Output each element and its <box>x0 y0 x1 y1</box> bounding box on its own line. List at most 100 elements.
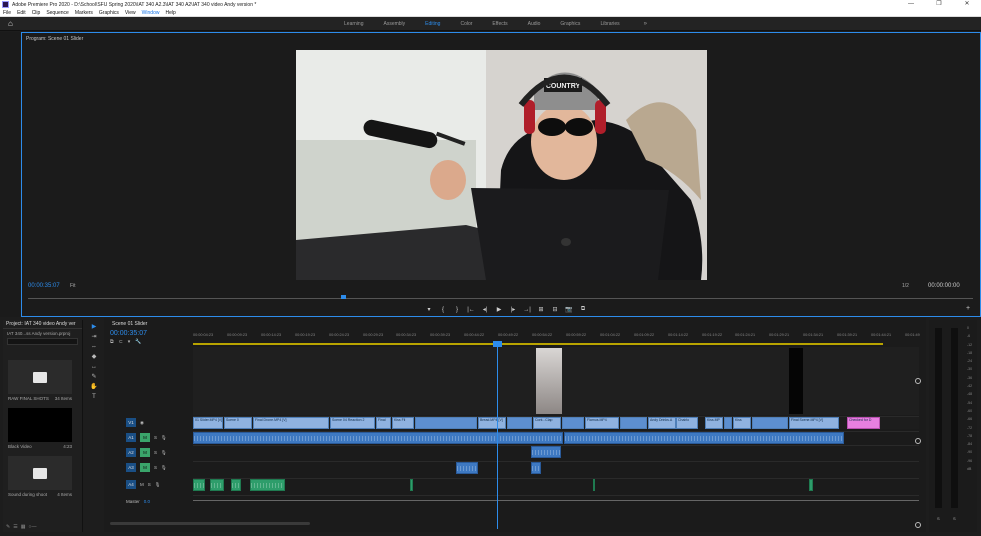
video-clip[interactable] <box>724 417 732 429</box>
step-back-button[interactable]: ◂| <box>478 306 492 313</box>
workspace-assembly[interactable]: Assembly <box>383 21 405 27</box>
scroll-knob[interactable] <box>915 378 921 384</box>
more-workspaces-icon[interactable]: » <box>644 21 647 27</box>
zoom-slider[interactable]: ○— <box>28 524 36 530</box>
mic-icon[interactable]: 🎙 <box>161 450 167 456</box>
mic-icon[interactable]: 🎙 <box>155 482 161 488</box>
audio-clip[interactable] <box>231 479 241 491</box>
scroll-knob[interactable] <box>915 522 921 528</box>
track-a2[interactable] <box>193 445 919 458</box>
program-video-frame[interactable]: COUNTRY <box>296 50 707 280</box>
video-clip[interactable]: Kiss <box>733 417 751 429</box>
menu-file[interactable]: File <box>3 10 11 16</box>
type-tool-icon[interactable]: T <box>92 392 96 402</box>
program-timecode[interactable]: 00:00:35:07 <box>28 283 60 289</box>
lift-button[interactable]: ⊞ <box>534 306 548 313</box>
project-tab[interactable]: Project: IAT 340 video Andy ver <box>3 320 82 329</box>
track-select-tool-icon[interactable]: ⇥ <box>91 332 96 342</box>
video-clip[interactable] <box>562 417 584 429</box>
sequence-tab[interactable]: Scene 01 Slider <box>112 321 147 327</box>
bin-sound-during-shoot[interactable]: Sound during shoot 4 Items <box>8 456 72 497</box>
mute-a4-button[interactable]: M <box>140 482 144 487</box>
target-a2[interactable]: A2 <box>126 448 136 457</box>
minimize-button[interactable]: — <box>897 0 925 9</box>
audio-clip[interactable] <box>250 479 285 491</box>
video-clip[interactable]: Andy Drinks.A <box>648 417 676 429</box>
track-a3[interactable] <box>193 461 919 474</box>
menu-clip[interactable]: Clip <box>32 10 41 16</box>
menu-view[interactable]: View <box>125 10 136 16</box>
comparison-view-button[interactable]: ⧉ <box>576 306 590 313</box>
solo-left-label[interactable]: S <box>937 516 940 521</box>
workspace-editing[interactable]: Editing <box>425 21 440 27</box>
video-clip[interactable]: Scene 0 <box>224 417 252 429</box>
target-a4[interactable]: A4 <box>126 480 136 489</box>
play-button[interactable]: ▶ <box>492 306 506 313</box>
mic-icon[interactable]: 🎙 <box>161 465 167 471</box>
target-v1[interactable]: V1 <box>126 418 136 427</box>
video-clip[interactable] <box>507 417 532 429</box>
video-clip[interactable]: 01 Slider.MP4 [V] <box>193 417 223 429</box>
audio-clip[interactable] <box>410 479 413 491</box>
menu-edit[interactable]: Edit <box>17 10 26 16</box>
audio-clip[interactable] <box>531 446 561 458</box>
video-clip[interactable]: Cont...Clap <box>533 417 561 429</box>
mark-in-button[interactable]: { <box>436 307 450 313</box>
solo-a4-button[interactable]: S <box>148 482 151 487</box>
icon-view-icon[interactable]: ▦ <box>21 524 26 530</box>
workspace-effects[interactable]: Effects <box>492 21 507 27</box>
slip-tool-icon[interactable]: ↔ <box>91 362 97 372</box>
video-clip[interactable]: Chairlo <box>676 417 698 429</box>
track-master[interactable] <box>193 495 919 505</box>
timeline-horizontal-scrollbar[interactable] <box>110 522 310 525</box>
time-ruler[interactable]: 00:00:04:23 00:00:09:23 00:00:14:23 00:00:1… <box>193 333 920 345</box>
menu-sequence[interactable]: Sequence <box>46 10 69 16</box>
video-clip[interactable] <box>752 417 788 429</box>
video-clip[interactable]: Scene 04 Reaction 2 <box>330 417 375 429</box>
ripple-edit-tool-icon[interactable]: ⇔ <box>91 342 97 352</box>
selection-tool-icon[interactable]: ▶ <box>92 322 97 332</box>
video-clip[interactable]: Checked for D <box>847 417 880 429</box>
scrubber-playhead[interactable] <box>341 295 346 299</box>
button-editor-plus-icon[interactable]: + <box>966 305 970 312</box>
mark-out-button[interactable]: } <box>450 307 464 313</box>
audio-clip[interactable] <box>456 462 478 474</box>
audio-clip[interactable] <box>210 479 224 491</box>
program-monitor-title[interactable]: Program: Scene 01 Slider <box>26 36 83 42</box>
audio-clip[interactable] <box>531 462 541 474</box>
audio-clip[interactable] <box>809 479 813 491</box>
bin-black-video[interactable]: Black Video 4:23 <box>8 408 72 449</box>
solo-a2-button[interactable]: S <box>154 450 157 455</box>
add-marker-button[interactable]: ▾ <box>422 306 436 313</box>
solo-a1-button[interactable]: S <box>154 435 157 440</box>
bin-raw-final-shots[interactable]: RAW FINAL SHOTS 34 Items <box>8 360 72 401</box>
track-a1[interactable] <box>193 431 919 444</box>
track-a4[interactable] <box>193 478 919 491</box>
target-a1[interactable]: A1 <box>126 433 136 442</box>
timeline-playhead[interactable] <box>497 347 498 529</box>
workspace-graphics[interactable]: Graphics <box>560 21 580 27</box>
linked-selection-icon[interactable]: ⊂ <box>119 339 123 345</box>
target-a3[interactable]: A3 <box>126 463 136 472</box>
list-view-icon[interactable]: ☰ <box>13 524 17 530</box>
menu-markers[interactable]: Markers <box>75 10 93 16</box>
audio-clip[interactable] <box>193 479 205 491</box>
audio-clip[interactable] <box>593 479 595 491</box>
menu-help[interactable]: Help <box>165 10 175 16</box>
maximize-button[interactable]: ❐ <box>925 0 953 9</box>
pencil-icon[interactable]: ✎ <box>6 524 10 530</box>
video-clip[interactable]: Final <box>376 417 391 429</box>
home-icon[interactable]: ⌂ <box>8 20 15 28</box>
export-frame-icon[interactable]: 📷 <box>562 306 576 313</box>
toggle-output-icon[interactable]: ◉ <box>140 420 144 426</box>
step-forward-button[interactable]: |▸ <box>506 306 520 313</box>
snap-icon[interactable]: ⧉ <box>110 339 114 345</box>
workspace-learning[interactable]: Learning <box>344 21 363 27</box>
go-to-in-button[interactable]: |← <box>464 307 478 313</box>
mic-icon[interactable]: 🎙 <box>161 435 167 441</box>
workspace-libraries[interactable]: Libraries <box>600 21 619 27</box>
track-v1[interactable]: 01 Slider.MP4 [V] Scene 0 Final Drone.MP4 … <box>193 416 919 429</box>
extract-button[interactable]: ⊟ <box>548 306 562 313</box>
program-scrubber[interactable] <box>28 295 973 299</box>
video-clip[interactable]: Kiss.MP <box>705 417 723 429</box>
